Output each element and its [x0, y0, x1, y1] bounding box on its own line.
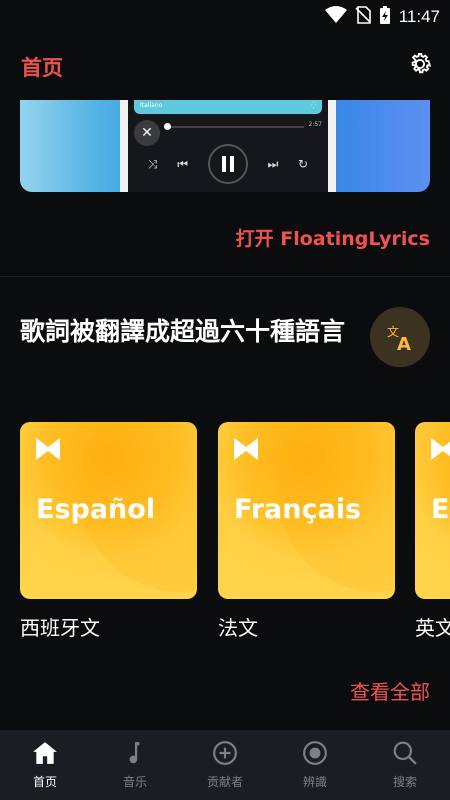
repeat-icon: ↻	[298, 157, 309, 171]
nav-item-home[interactable]: 首页	[0, 730, 90, 800]
banner-phone-header: Italiano ⁛	[134, 100, 322, 114]
nav-label: 贡献者	[206, 775, 243, 789]
language-card-name: Español	[36, 494, 156, 525]
language-label: 英文	[415, 616, 450, 640]
record-icon	[301, 739, 329, 767]
language-card-english[interactable]: E	[415, 422, 450, 599]
status-time: 11:47	[398, 7, 440, 26]
add-circle-icon	[211, 739, 239, 767]
nav-item-search[interactable]: 搜索	[360, 730, 450, 800]
nav-item-contributors[interactable]: 贡献者	[180, 730, 270, 800]
bottom-nav: 首页 音乐 贡献者 辨識 搜索	[0, 730, 450, 800]
language-label: 法文	[218, 616, 258, 640]
floating-lyrics-banner[interactable]: Italiano ⁛ ✕ 2:57 ⤨ ⏮ ⏭ ↻	[20, 100, 430, 192]
status-icons: 11:47	[324, 5, 440, 29]
view-all-link[interactable]: 查看全部	[350, 676, 430, 705]
nav-label: 音乐	[122, 775, 147, 789]
search-icon	[391, 739, 419, 767]
translate-icon: 文 A	[370, 307, 430, 367]
status-bar: 11:47	[0, 0, 450, 30]
banner-progress-dot	[164, 123, 171, 130]
banner-app-tag: Italiano	[140, 102, 163, 109]
pause-icon	[207, 144, 248, 184]
banner-progress-bar	[164, 123, 304, 130]
app-bar: 首页	[0, 44, 450, 88]
previous-icon: ⏮	[177, 156, 189, 171]
banner-phone-preview: Italiano ⁛ ✕ 2:57 ⤨ ⏮ ⏭ ↻	[120, 100, 336, 192]
language-card-row: Español 西班牙文 Français 法文 E 英文	[20, 422, 450, 642]
language-label: 西班牙文	[20, 616, 100, 640]
settings-button[interactable]	[404, 50, 436, 82]
music-note-icon	[121, 739, 149, 767]
page-title: 首页	[21, 56, 63, 80]
language-card-french[interactable]: Français	[218, 422, 395, 599]
open-floatinglyrics-link[interactable]: 打开 FloatingLyrics	[236, 224, 430, 251]
language-card-name: Français	[234, 494, 362, 525]
nav-item-music[interactable]: 音乐	[90, 730, 180, 800]
banner-controls: ⤨ ⏮ ⏭ ↻	[128, 144, 328, 184]
battery-charging-icon	[379, 5, 391, 29]
nav-label: 首页	[32, 775, 57, 789]
bow-logo-icon	[36, 438, 60, 460]
home-icon	[31, 739, 59, 767]
bow-logo-icon	[431, 438, 450, 460]
section-title: 歌詞被翻譯成超過六十種語言	[20, 317, 346, 346]
nav-label: 辨識	[302, 775, 327, 789]
banner-time: 2:57	[308, 121, 322, 128]
svg-text:A: A	[397, 334, 411, 352]
gear-icon	[406, 50, 434, 82]
divider	[0, 276, 450, 277]
bow-logo-icon	[234, 438, 258, 460]
no-sim-icon	[355, 6, 371, 28]
next-icon: ⏭	[267, 156, 279, 171]
close-icon: ✕	[134, 120, 160, 146]
language-card-name: E	[431, 494, 450, 525]
wifi-icon	[324, 6, 347, 28]
banner-dots-icon: ⁛	[311, 102, 316, 109]
shuffle-icon: ⤨	[147, 156, 158, 171]
language-card-spanish[interactable]: Español	[20, 422, 197, 599]
nav-label: 搜索	[392, 775, 417, 789]
nav-item-identify[interactable]: 辨識	[270, 730, 360, 800]
